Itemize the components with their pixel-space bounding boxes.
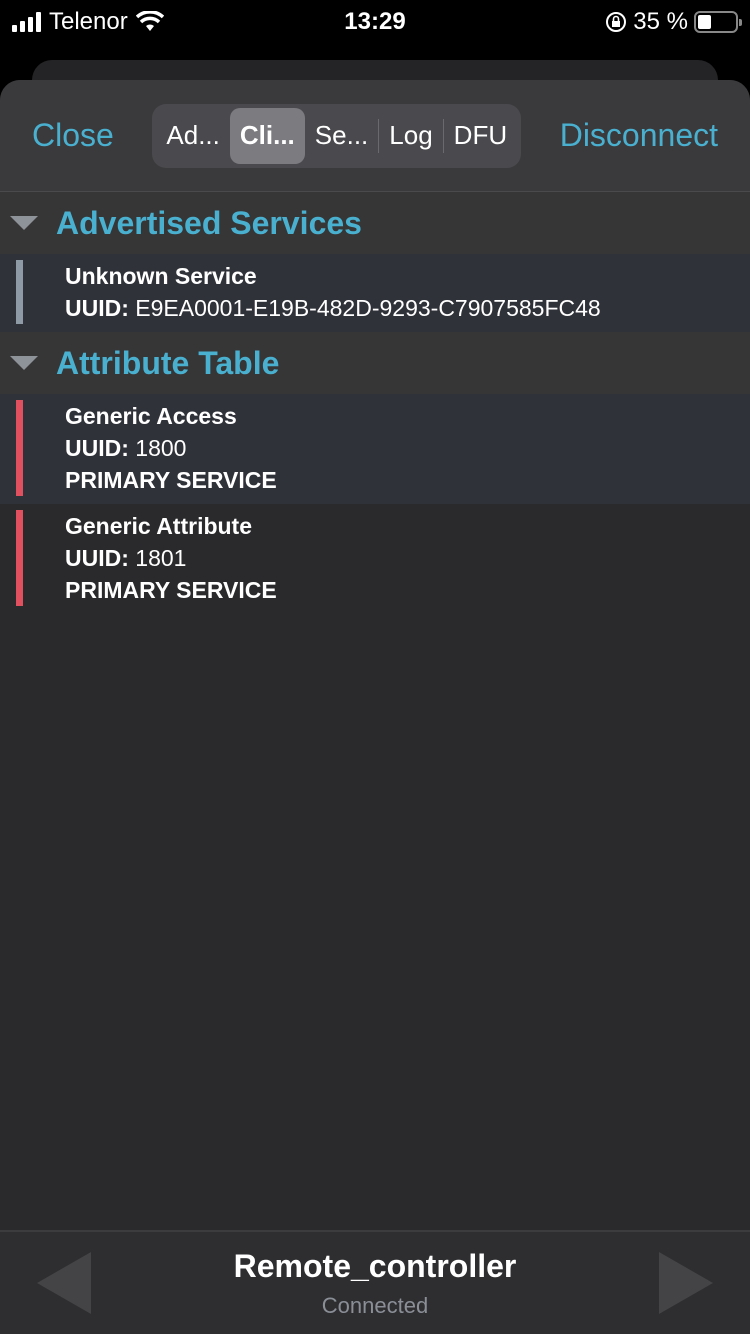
uuid-value: 1801	[135, 545, 187, 571]
next-device-button[interactable]	[658, 1252, 714, 1314]
section-title: Advertised Services	[56, 204, 362, 241]
previous-device-button[interactable]	[36, 1252, 92, 1314]
service-uuid-line: UUID: E9EA0001-E19B-482D-9293-C7907585FC…	[65, 292, 601, 324]
uuid-label: UUID:	[65, 435, 129, 461]
device-footer: Remote_controller Connected	[0, 1230, 750, 1334]
service-name: Generic Access	[65, 403, 237, 429]
disconnect-button[interactable]: Disconnect	[560, 117, 718, 154]
arrow-right-icon	[658, 1252, 713, 1314]
section-attribute-table[interactable]: Attribute Table	[0, 332, 750, 394]
section-advertised-services[interactable]: Advertised Services	[0, 192, 750, 254]
toolbar: Close Ad... Cli... Se... Log DFU Disconn…	[0, 80, 750, 192]
status-bar: Telenor 13:29 35 %	[0, 0, 750, 44]
carrier-name: Telenor	[49, 8, 128, 35]
uuid-label: UUID:	[65, 545, 129, 571]
device-sheet: Close Ad... Cli... Se... Log DFU Disconn…	[0, 80, 750, 1334]
service-type: PRIMARY SERVICE	[65, 467, 277, 493]
tab-segmented-control: Ad... Cli... Se... Log DFU	[152, 103, 522, 168]
item-color-bar	[16, 510, 23, 606]
service-name: Unknown Service	[65, 263, 257, 289]
item-color-bar	[16, 400, 23, 496]
rotation-lock-icon	[606, 12, 627, 32]
service-uuid-line: UUID: 1801	[65, 542, 277, 574]
tab-dfu[interactable]: DFU	[444, 108, 517, 164]
uuid-value: 1800	[135, 435, 187, 461]
service-type: PRIMARY SERVICE	[65, 577, 277, 603]
uuid-value: E9EA0001-E19B-482D-9293-C7907585FC48	[135, 295, 601, 321]
disclosure-triangle-icon[interactable]	[10, 356, 38, 370]
tab-log[interactable]: Log	[379, 108, 442, 164]
list-item[interactable]: Unknown Service UUID: E9EA0001-E19B-482D…	[0, 254, 750, 332]
tab-advertisement[interactable]: Ad...	[156, 108, 229, 164]
tab-client[interactable]: Cli...	[229, 107, 305, 164]
device-name: Remote_controller	[233, 1247, 517, 1284]
tab-server[interactable]: Se...	[305, 108, 378, 164]
disclosure-triangle-icon[interactable]	[10, 216, 38, 230]
service-uuid-line: UUID: 1800	[65, 432, 277, 464]
battery-percent: 35 %	[633, 8, 688, 35]
list-item[interactable]: Generic Access UUID: 1800 PRIMARY SERVIC…	[0, 394, 750, 504]
item-color-bar	[16, 260, 23, 324]
battery-icon	[694, 11, 742, 33]
service-name: Generic Attribute	[65, 513, 253, 539]
list-item[interactable]: Generic Attribute UUID: 1801 PRIMARY SER…	[0, 504, 750, 614]
uuid-label: UUID:	[65, 295, 129, 321]
wifi-icon	[135, 11, 164, 31]
signal-icon	[12, 12, 41, 32]
close-button[interactable]: Close	[32, 117, 114, 154]
section-title: Attribute Table	[56, 344, 280, 381]
connection-status: Connected	[321, 1292, 429, 1318]
arrow-left-icon	[37, 1252, 91, 1314]
